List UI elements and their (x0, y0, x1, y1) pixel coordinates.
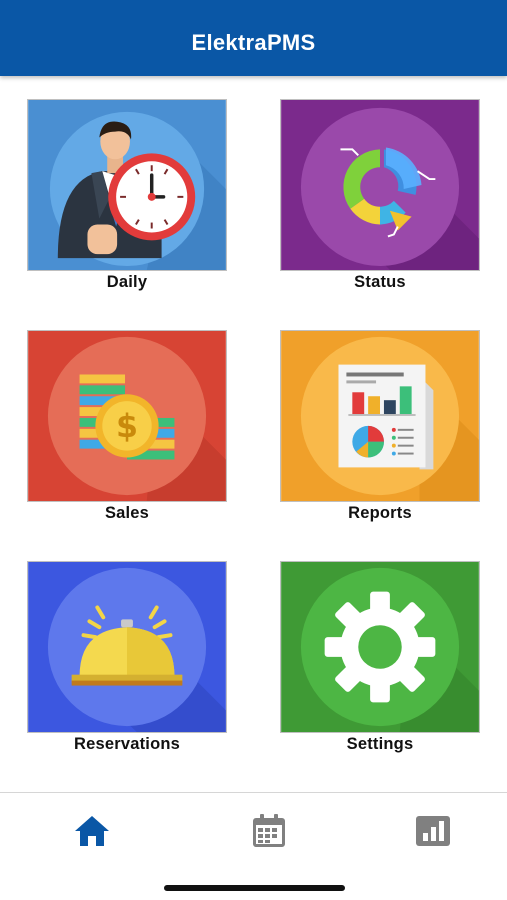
businessman-clock-icon (28, 100, 226, 270)
sales-label: Sales (104, 504, 150, 522)
settings-tile[interactable]: Settings (280, 561, 480, 754)
tab-calendar[interactable] (247, 811, 291, 851)
status-label: Status (354, 273, 406, 291)
bar-chart-icon (416, 816, 450, 846)
coins-dollar-icon: $ (28, 331, 226, 501)
svg-text:$: $ (116, 409, 138, 445)
home-indicator (164, 885, 345, 891)
sales-tile[interactable]: $ Sales (27, 330, 227, 523)
app-title: ElektraPMS (191, 30, 316, 55)
sales-card[interactable]: $ (27, 330, 227, 502)
daily-tile[interactable]: Daily (27, 99, 227, 292)
app-header: ElektraPMS (0, 0, 507, 76)
tab-statistics[interactable] (411, 811, 455, 851)
home-icon (75, 816, 109, 846)
status-card[interactable] (280, 99, 480, 271)
reservations-tile[interactable]: Reservations (27, 561, 227, 754)
reports-tile[interactable]: Reports (280, 330, 480, 523)
gear-icon (281, 562, 479, 732)
reservations-label: Reservations (73, 735, 181, 753)
daily-label: Daily (106, 273, 148, 291)
tab-home[interactable] (70, 811, 114, 851)
bottom-tab-bar (0, 792, 507, 900)
calendar-icon (253, 814, 285, 847)
report-document-icon (281, 331, 479, 501)
service-bell-icon (28, 562, 226, 732)
reports-label: Reports (348, 504, 412, 522)
reservations-card[interactable] (27, 561, 227, 733)
status-tile[interactable]: Status (280, 99, 480, 292)
donut-chart-icon (281, 100, 479, 270)
reports-card[interactable] (280, 330, 480, 502)
settings-card[interactable] (280, 561, 480, 733)
daily-card[interactable] (27, 99, 227, 271)
settings-label: Settings (346, 735, 414, 753)
